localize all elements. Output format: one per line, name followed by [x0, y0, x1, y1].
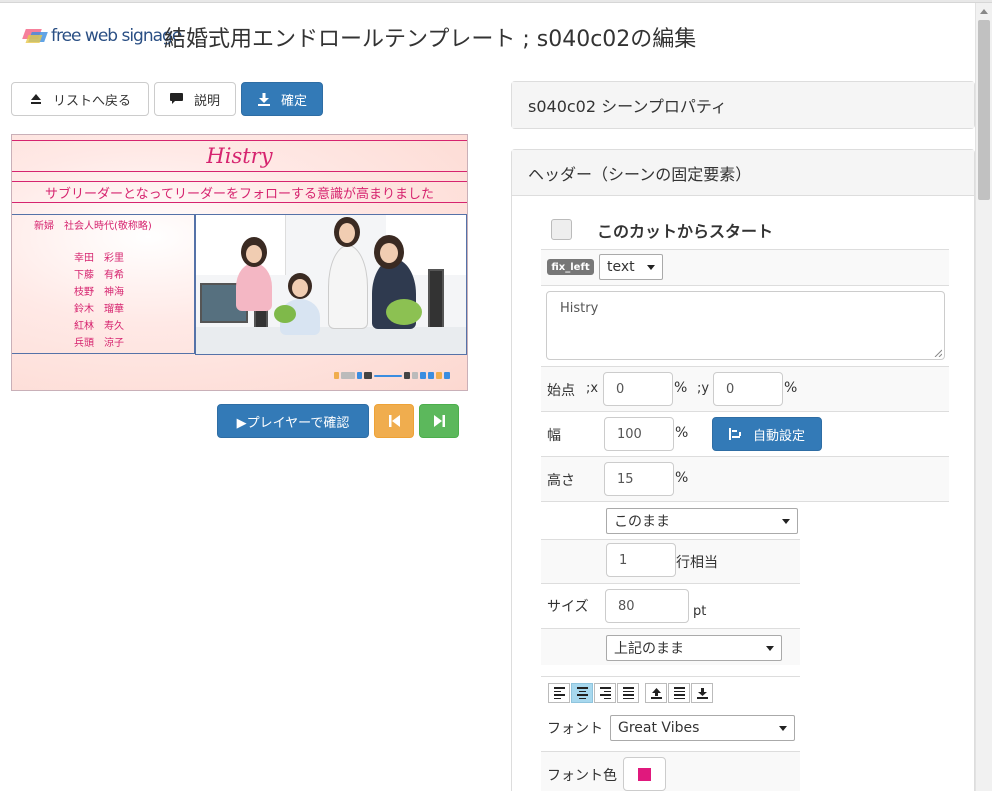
text-content-textarea[interactable]: Histry: [546, 291, 945, 360]
size-label: サイズ: [547, 599, 589, 615]
page-title: 結婚式用エンドロールテンプレート ; s040c02の編集: [164, 27, 697, 52]
font-color-picker[interactable]: [623, 757, 666, 791]
preview-roles: 新婦 社会人時代(敬称略): [34, 221, 152, 232]
valign-bottom-button[interactable]: [691, 683, 713, 703]
element-type-value: text: [607, 259, 635, 275]
comment-icon: [170, 92, 184, 106]
resize-handle-icon[interactable]: [934, 349, 942, 357]
previous-cut-button[interactable]: [374, 404, 414, 438]
size-unit-label: pt: [693, 604, 707, 619]
line-count-input[interactable]: 1: [606, 543, 676, 577]
chevron-down-icon: [779, 726, 787, 731]
step-backward-icon: [387, 414, 401, 428]
size-value: 80: [618, 598, 635, 614]
valign-middle-button[interactable]: [668, 683, 690, 703]
y-input[interactable]: 0: [713, 372, 783, 406]
width-label: 幅: [547, 428, 561, 444]
chevron-down-icon: [647, 265, 655, 270]
align-right-icon: [599, 687, 611, 699]
logo-mark-yellow: [25, 35, 43, 43]
eject-icon: [29, 92, 43, 106]
height-mode-value: このまま: [614, 514, 670, 530]
scroll-up-icon[interactable]: [980, 9, 988, 14]
align-right-button[interactable]: [594, 683, 616, 703]
step-forward-icon: [432, 414, 446, 428]
align-left-button[interactable]: [548, 683, 570, 703]
font-label: フォント: [547, 721, 603, 737]
font-color-label: フォント色: [547, 768, 617, 784]
back-to-list-button[interactable]: リストへ戻る: [11, 82, 149, 116]
height-input[interactable]: 15: [604, 462, 674, 496]
size-input[interactable]: 80: [605, 589, 689, 623]
preview-heading: Histry: [12, 140, 467, 172]
help-button[interactable]: 説明: [154, 82, 236, 116]
page-scrollbar[interactable]: [975, 3, 992, 791]
back-to-list-label: リストへ戻る: [52, 93, 131, 109]
fix-left-badge: fix_left: [547, 259, 594, 275]
play-preview-button[interactable]: ▶プレイヤーで確認: [217, 404, 369, 438]
start-point-label: 始点: [547, 383, 575, 399]
align-center-button[interactable]: [571, 683, 593, 703]
download-icon: [695, 686, 709, 700]
line-suffix-label: 行相当: [676, 555, 718, 571]
auto-setting-label: 自動設定: [752, 428, 805, 444]
width-input[interactable]: 100: [604, 417, 674, 451]
preview-photo: [195, 214, 467, 355]
align-left-icon: [553, 687, 565, 699]
logo[interactable]: free web signage: [22, 24, 182, 52]
valign-middle-icon: [673, 687, 685, 699]
confirm-button[interactable]: 確定: [241, 82, 323, 116]
font-value: Great Vibes: [618, 720, 700, 736]
chevron-down-icon: [782, 519, 790, 524]
height-percent-label: %: [675, 470, 689, 486]
preview-player-bar: [334, 371, 464, 380]
x-label: ;x: [586, 381, 599, 396]
x-input[interactable]: 0: [603, 372, 673, 406]
element-type-select[interactable]: text: [599, 254, 663, 280]
chevron-down-icon: [766, 646, 774, 651]
logo-text: free web signage: [51, 26, 182, 46]
font-color-swatch: [638, 767, 651, 781]
start-from-cut-label: このカットからスタート: [597, 222, 774, 241]
upload-icon: [649, 686, 663, 700]
scene-properties-panel: s040c02 シーンプロパティ: [511, 81, 975, 129]
download-icon: [257, 92, 271, 106]
y-value: 0: [726, 381, 735, 397]
valign-top-button[interactable]: [645, 683, 667, 703]
font-select[interactable]: Great Vibes: [610, 715, 795, 741]
scene-preview: Histry サブリーダーとなってリーダーをフォローする意識が高まりました 新婦…: [11, 134, 468, 391]
height-label: 高さ: [547, 473, 575, 489]
x-value: 0: [616, 381, 625, 397]
scrollbar-thumb[interactable]: [978, 20, 990, 200]
align-auto-icon: [728, 427, 743, 441]
x-percent-label: %: [674, 380, 688, 396]
align-center-icon: [576, 687, 588, 699]
width-percent-label: %: [675, 425, 689, 441]
preview-names: 幸田 彩里 下藤 有希 枝野 神海 鈴木 瑠華 紅林 寿久 兵頭 涼子: [74, 253, 124, 349]
next-cut-button[interactable]: [419, 404, 459, 438]
header-section-title[interactable]: ヘッダー（シーンの固定要素）: [512, 150, 974, 196]
line-count-value: 1: [619, 552, 628, 568]
help-label: 説明: [193, 93, 220, 109]
play-preview-label: ▶プレイヤーで確認: [236, 415, 350, 431]
height-row: [541, 456, 949, 501]
align-justify-button[interactable]: [617, 683, 639, 703]
window-top-border: [0, 0, 992, 3]
height-mode-select[interactable]: このまま: [606, 508, 798, 534]
preview-subtitle: サブリーダーとなってリーダーをフォローする意識が高まりました: [12, 181, 467, 203]
align-justify-icon: [622, 687, 634, 699]
y-label: ;y: [697, 381, 710, 396]
start-from-cut-checkbox[interactable]: [551, 219, 572, 240]
height-value: 15: [617, 471, 634, 487]
size-mode-value: 上記のまま: [614, 641, 684, 657]
auto-setting-button[interactable]: 自動設定: [712, 417, 822, 451]
width-value: 100: [617, 426, 642, 442]
scene-properties-title: s040c02 シーンプロパティ: [512, 82, 974, 128]
text-content-value: Histry: [560, 301, 599, 316]
y-percent-label: %: [784, 380, 798, 396]
confirm-label: 確定: [280, 93, 307, 109]
size-mode-select[interactable]: 上記のまま: [606, 635, 782, 661]
